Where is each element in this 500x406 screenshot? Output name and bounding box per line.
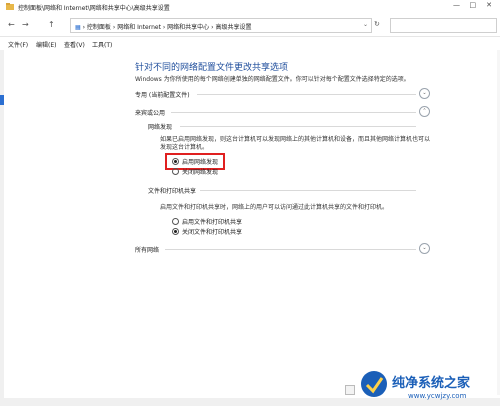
title-bar: 控制面板\网络和 Internet\网络和共享中心\高级共享设置 — □ ✕ (0, 0, 500, 14)
breadcrumb-item-network-internet[interactable]: 网络和 Internet (117, 24, 161, 31)
breadcrumb-item-control-panel[interactable]: 控制面板 (87, 24, 111, 31)
divider (180, 126, 416, 127)
breadcrumb-item-advanced-sharing[interactable]: 高级共享设置 (215, 24, 251, 31)
radio-unselected-icon (172, 218, 179, 225)
watermark-url: www.ycwjzy.com (408, 392, 467, 400)
radio-unselected-icon (172, 168, 179, 175)
control-panel-icon: ▦ (75, 24, 81, 31)
left-edge (0, 50, 4, 400)
save-icon[interactable] (345, 385, 355, 395)
address-row: ← → ↑ ▦ › 控制面板 › 网络和 Internet › 网络和共享中心 … (0, 14, 500, 37)
close-button[interactable]: ✕ (482, 1, 496, 9)
radio-disable-file-sharing[interactable]: 关闭文件和打印机共享 (172, 227, 242, 236)
network-discovery-title: 网络发现 (148, 124, 173, 131)
selection-marker (0, 95, 4, 105)
breadcrumb-separator: › (112, 24, 116, 31)
maximize-button[interactable]: □ (466, 1, 480, 9)
network-discovery-text: 如果已启用网络发现，则这台计算机可以发现网络上的其他计算机和设备，而且其他网络计… (160, 136, 431, 151)
menu-tools[interactable]: 工具(T) (92, 40, 112, 49)
breadcrumb-item-network-center[interactable]: 网络和共享中心 (167, 24, 209, 31)
window-controls: — □ ✕ (450, 1, 496, 9)
watermark: 纯净系统之家 www.ycwjzy.com (360, 368, 500, 406)
menu-edit[interactable]: 编辑(E) (36, 40, 56, 49)
section-private-label: 专用 (当前配置文件) (135, 92, 190, 99)
back-button[interactable]: ← (8, 20, 15, 29)
radio-enable-file-sharing[interactable]: 启用文件和打印机共享 (172, 217, 242, 226)
search-input[interactable] (390, 18, 497, 33)
radio-selected-icon (172, 228, 179, 235)
file-printer-sharing-title: 文件和打印机共享 (148, 188, 197, 195)
file-printer-sharing-text: 启用文件和打印机共享时，网络上的用户可以访问通过此计算机共享的文件和打印机。 (160, 204, 389, 211)
watermark-text: 纯净系统之家 (392, 376, 471, 391)
breadcrumb: ▦ › 控制面板 › 网络和 Internet › 网络和共享中心 › 高级共享… (75, 22, 251, 31)
refresh-button[interactable]: ↻ (374, 20, 380, 28)
chevron-down-icon[interactable]: ⌄ (419, 243, 430, 254)
forward-button[interactable]: → (22, 20, 29, 29)
section-all-label: 所有网络 (135, 247, 160, 254)
breadcrumb-separator: › (211, 24, 214, 31)
page-title: 针对不同的网络配置文件更改共享选项 (135, 63, 289, 73)
chevron-down-icon[interactable]: ⌄ (419, 88, 430, 99)
breadcrumb-separator: › (162, 24, 166, 31)
up-button[interactable]: ↑ (48, 20, 55, 29)
minimize-button[interactable]: — (450, 1, 464, 9)
radio-disable-network-discovery[interactable]: 关闭网络发现 (172, 167, 218, 176)
radio-enable-network-discovery[interactable]: 启用网络发现 (172, 157, 218, 166)
breadcrumb-separator: › (82, 24, 85, 31)
radio-selected-icon (172, 158, 179, 165)
watermark-logo-icon (361, 371, 387, 397)
divider (171, 112, 416, 113)
page-description: Windows 为你所使用的每个网络创建单独的网络配置文件。你可以针对每个配置文… (135, 76, 410, 83)
divider (197, 94, 416, 95)
section-guest-label: 来宾或公用 (135, 110, 166, 117)
menu-file[interactable]: 文件(F) (8, 40, 28, 49)
divider (165, 249, 416, 250)
chevron-up-icon[interactable]: ⌃ (419, 106, 430, 117)
folder-icon (6, 3, 14, 10)
divider (200, 190, 416, 191)
chevron-down-icon[interactable]: ⌄ (363, 21, 368, 28)
address-bar[interactable]: ▦ › 控制面板 › 网络和 Internet › 网络和共享中心 › 高级共享… (70, 18, 372, 33)
window-title: 控制面板\网络和 Internet\网络和共享中心\高级共享设置 (18, 5, 170, 12)
menu-view[interactable]: 查看(V) (64, 40, 85, 49)
menu-bar: 文件(F) 编辑(E) 查看(V) 工具(T) (0, 37, 500, 49)
